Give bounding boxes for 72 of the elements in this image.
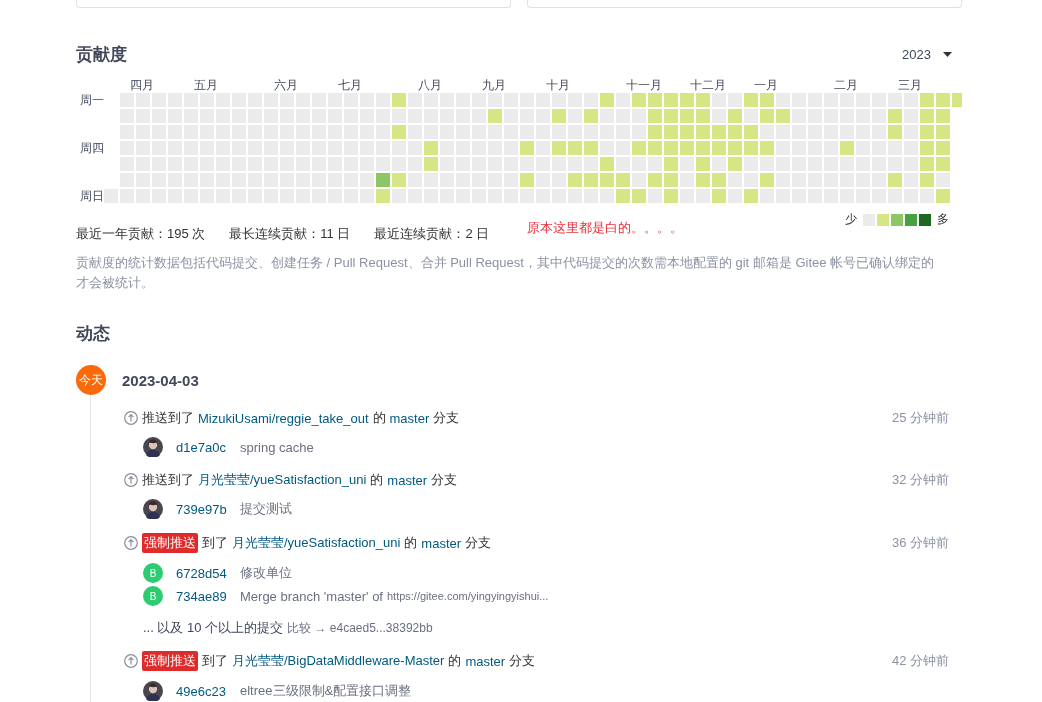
event-text: 分支: [431, 471, 458, 489]
repo-link[interactable]: 月光莹莹/yueSatisfaction_uni: [198, 471, 367, 489]
event-text: 推送到了: [142, 409, 194, 427]
forced-push-tag: 强制推送: [142, 533, 198, 553]
time-text: 42 分钟前: [891, 652, 949, 670]
compare-link[interactable]: 比较 → e4caed5...38392bb: [287, 619, 433, 637]
avatar-badge: B: [143, 563, 163, 583]
branch-link[interactable]: master: [389, 410, 430, 426]
month-label: 六月: [273, 78, 299, 93]
event-text: 分支: [465, 534, 492, 552]
date-heading: 2023-04-03: [122, 371, 199, 389]
time-text: 25 分钟前: [891, 409, 949, 427]
commit-hash-link[interactable]: 6728d54: [176, 565, 240, 581]
repo-link[interactable]: MizukiUsami/reggie_take_out: [198, 410, 369, 426]
repo-link[interactable]: 月光莹莹/BigDataMiddleware-Master: [232, 652, 445, 670]
month-label: 三月: [897, 78, 923, 93]
event-text: 分支: [509, 652, 536, 670]
commit-hash-link[interactable]: 49e6c23: [176, 683, 240, 699]
commit-message: 提交测试: [240, 500, 292, 518]
event-text: 的: [404, 534, 418, 552]
commit-message: spring cache: [240, 439, 314, 455]
today-badge: 今天: [76, 365, 106, 395]
annotation-text: 原本这里都是白的。。。。: [527, 219, 684, 237]
branch-link[interactable]: master: [387, 472, 428, 488]
month-label: 七月: [337, 78, 363, 93]
stat-text: 最长连续贡献：11 日: [229, 225, 351, 243]
branch-link[interactable]: master: [421, 535, 462, 551]
legend-label: 少: [845, 211, 857, 228]
avatar-icon: [143, 437, 163, 457]
section-title: 动态: [76, 322, 110, 345]
month-label: 二月: [833, 78, 859, 93]
time-text: 36 分钟前: [891, 534, 949, 552]
avatar-badge: B: [143, 586, 163, 606]
event-text: 的: [448, 652, 462, 670]
event-text: 到了: [202, 652, 228, 670]
commit-hash-link[interactable]: 739e97b: [176, 501, 240, 517]
month-label: 九月: [481, 78, 507, 93]
more-commits-text: ... 以及 10 个以上的提交: [143, 619, 284, 637]
event-text: 的: [372, 409, 386, 427]
month-label: 一月: [753, 78, 779, 93]
description-text: 贡献度的统计数据包括代码提交、创建任务 / Pull Request、合并 Pull Request，其中代码提交的次数需本地配置的 git 邮箱是 Gitee 帐号已确认绑定的才会被统计。: [76, 254, 936, 292]
commit-hash-link[interactable]: d1e7a0c: [176, 439, 240, 455]
month-label: 十二月: [689, 78, 727, 93]
month-label: 十月: [545, 78, 571, 93]
month-label: 十一月: [625, 78, 663, 93]
weekday-label: 周一: [79, 93, 104, 107]
weekday-label: 周日: [79, 189, 104, 203]
avatar-icon: [143, 681, 163, 701]
time-text: 32 分钟前: [891, 471, 949, 489]
weekday-label: 周四: [79, 141, 104, 155]
stat-text: 最近一年贡献：195 次: [76, 225, 206, 243]
branch-link[interactable]: master: [465, 653, 506, 669]
forced-push-tag: 强制推送: [142, 651, 198, 671]
stat-text: 最近连续贡献：2 日: [374, 225, 490, 243]
event-text: 的: [370, 471, 384, 489]
commit-message: eltree三级限制&配置接口调整: [240, 682, 412, 700]
month-label: 五月: [193, 78, 219, 93]
commit-message: 修改单位: [240, 564, 292, 582]
commit-hash-link[interactable]: 734ae89: [176, 588, 240, 604]
event-text: 分支: [433, 409, 460, 427]
commit-message: Merge branch 'master' of: [240, 588, 383, 604]
repo-link[interactable]: 月光莹莹/yueSatisfaction_uni: [232, 534, 401, 552]
event-text: 到了: [202, 534, 228, 552]
month-label: 八月: [417, 78, 443, 93]
event-text: 推送到了: [142, 471, 194, 489]
caret-icon: [943, 51, 952, 57]
avatar-icon: [143, 499, 163, 519]
section-title: 贡献度: [76, 43, 127, 66]
month-label: 四月: [129, 78, 155, 93]
year-dropdown[interactable]: 2023: [902, 46, 962, 62]
legend-label: 多: [937, 211, 949, 228]
url-link[interactable]: https://gitee.com/yingyingyishui...: [386, 590, 549, 602]
